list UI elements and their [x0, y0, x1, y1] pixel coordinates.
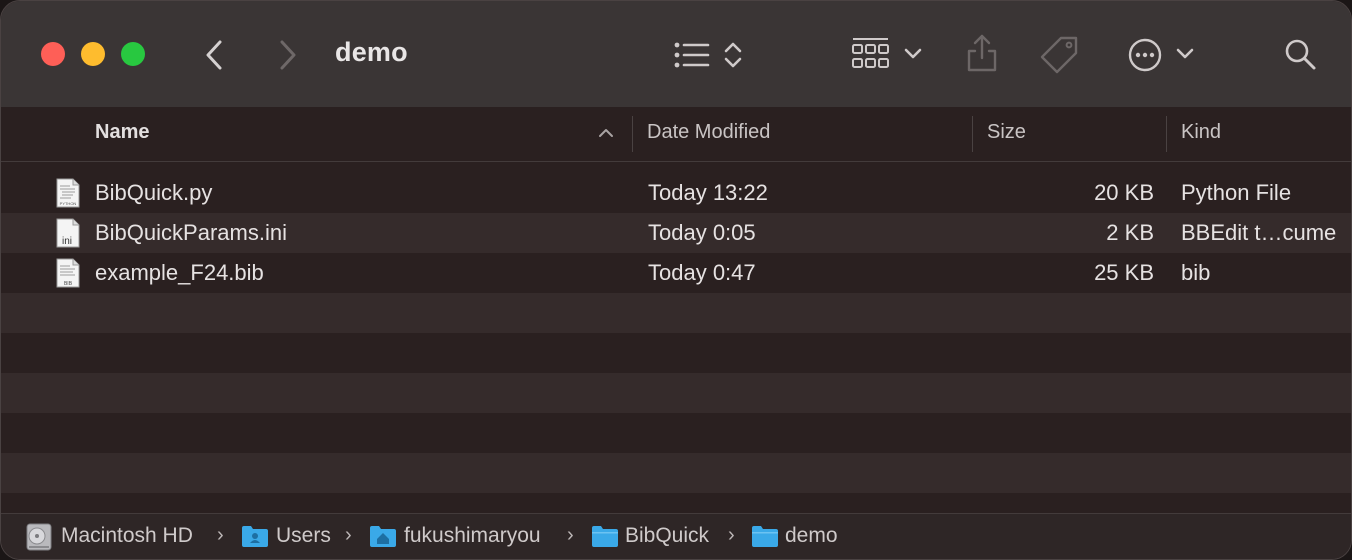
column-header-date-modified[interactable]: Date Modified	[647, 121, 770, 144]
icon-grid-group-icon[interactable]	[851, 37, 891, 73]
more-icon[interactable]	[1127, 37, 1163, 73]
path-item-demo[interactable]: demo	[785, 524, 838, 548]
toolbar: demo	[1, 1, 1351, 108]
file-row[interactable]: PYTHON BibQuick.py Today 13:22 20 KB Pyt…	[1, 173, 1351, 213]
file-date-modified: Today 13:22	[648, 180, 768, 205]
file-kind: bib	[1181, 260, 1211, 285]
column-header-row: Name Date Modified Size Kind	[1, 107, 1351, 162]
finder-window: demo Name Date Modified Size Kind PYTHON…	[0, 0, 1352, 560]
path-item-bibquick[interactable]: BibQuick	[625, 524, 709, 548]
column-divider[interactable]	[972, 116, 973, 152]
folder-icon	[752, 526, 778, 547]
close-window-button[interactable]	[41, 42, 65, 66]
file-size: 2 KB	[1106, 220, 1154, 245]
empty-row	[1, 293, 1351, 333]
bib-file-icon: BIB	[56, 258, 80, 288]
minimize-window-button[interactable]	[81, 42, 105, 66]
zoom-window-button[interactable]	[121, 42, 145, 66]
path-separator-icon: ›	[217, 524, 224, 546]
path-bar: Macintosh HD › Users › fukushimaryou › B…	[1, 513, 1351, 559]
tag-icon[interactable]	[1039, 35, 1081, 75]
window-title: demo	[335, 37, 408, 67]
svg-text:BIB: BIB	[64, 281, 73, 287]
column-header-kind[interactable]: Kind	[1181, 121, 1221, 144]
file-date-modified: Today 0:47	[648, 260, 756, 285]
list-view-icon[interactable]	[673, 41, 713, 69]
empty-row	[1, 373, 1351, 413]
file-list: PYTHON BibQuick.py Today 13:22 20 KB Pyt…	[1, 173, 1351, 513]
search-icon[interactable]	[1283, 37, 1317, 71]
home-folder-icon	[370, 526, 396, 547]
file-row[interactable]: BIB example_F24.bib Today 0:47 25 KB bib	[1, 253, 1351, 293]
file-name: BibQuickParams.ini	[95, 220, 287, 245]
file-name: BibQuick.py	[95, 180, 213, 205]
svg-text:PYTHON: PYTHON	[60, 201, 77, 206]
path-separator-icon: ›	[728, 524, 735, 546]
chevron-down-icon[interactable]	[903, 47, 923, 61]
column-header-name[interactable]: Name	[95, 121, 149, 144]
path-separator-icon: ›	[345, 524, 352, 546]
file-kind: Python File	[1181, 180, 1292, 205]
column-header-size[interactable]: Size	[987, 121, 1026, 144]
file-kind: BBEdit t…cume	[1181, 220, 1337, 245]
path-separator-icon: ›	[567, 524, 574, 546]
file-size: 25 KB	[1094, 260, 1154, 285]
chevron-down-icon[interactable]	[1175, 47, 1195, 61]
ini-file-icon: ini	[56, 218, 80, 248]
hard-drive-icon	[26, 523, 52, 551]
updown-chevron-icon[interactable]	[721, 39, 745, 71]
file-name: example_F24.bib	[95, 260, 264, 285]
users-folder-icon	[242, 526, 268, 547]
path-item-fukushimaryou[interactable]: fukushimaryou	[404, 524, 541, 548]
svg-text:ini: ini	[62, 236, 72, 247]
empty-row	[1, 453, 1351, 493]
back-chevron-icon[interactable]	[201, 39, 227, 71]
file-size: 20 KB	[1094, 180, 1154, 205]
file-date-modified: Today 0:05	[648, 220, 756, 245]
share-icon[interactable]	[965, 33, 999, 73]
column-divider[interactable]	[632, 116, 633, 152]
path-item-macintosh-hd[interactable]: Macintosh HD	[61, 524, 193, 548]
folder-icon	[592, 526, 618, 547]
column-divider[interactable]	[1166, 116, 1167, 152]
forward-chevron-icon[interactable]	[275, 39, 301, 71]
sort-ascending-icon	[599, 129, 613, 137]
path-item-users[interactable]: Users	[276, 524, 331, 548]
file-row[interactable]: ini BibQuickParams.ini Today 0:05 2 KB B…	[1, 213, 1351, 253]
python-file-icon: PYTHON	[56, 178, 80, 208]
